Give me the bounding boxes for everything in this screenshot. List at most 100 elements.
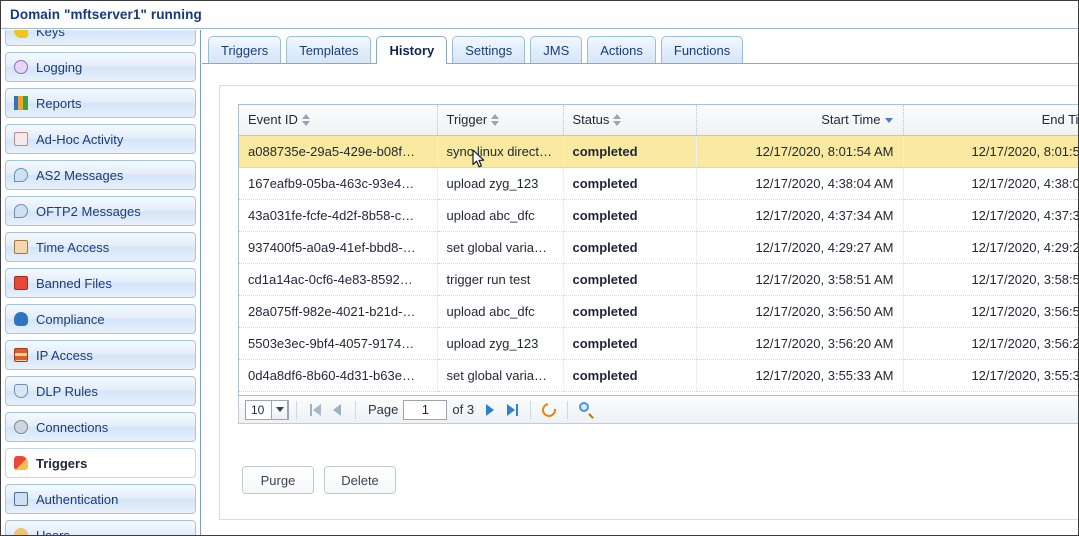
sidebar-item-reports[interactable]: Reports (5, 88, 196, 118)
sort-icon[interactable] (491, 114, 500, 127)
clock-calendar-icon (14, 239, 30, 255)
refresh-icon[interactable] (538, 399, 560, 421)
table-row[interactable]: a088735e-29a5-429e-b08f… sync linux direc… (239, 135, 1078, 168)
sidebar-item-triggers[interactable]: Triggers (5, 448, 196, 478)
sidebar-item-as2-messages[interactable]: AS2 Messages (5, 160, 196, 190)
sidebar-item-compliance[interactable]: Compliance (5, 304, 196, 334)
page-number-input[interactable] (403, 399, 448, 420)
sort-icon[interactable] (301, 114, 311, 127)
sidebar-item-dlp-rules[interactable]: DLP Rules (5, 376, 196, 406)
tab-functions[interactable]: Functions (660, 36, 744, 63)
column-header-label: Start Time (821, 112, 881, 128)
cell-end-time: 12/17/2020, 3:55:33 AM (903, 359, 1078, 392)
cell-trigger: trigger run test (437, 263, 564, 296)
history-table: Event IDTriggerStatusStart TimeEnd Time … (239, 105, 1079, 392)
tab-history[interactable]: History (376, 36, 448, 64)
first-page-icon[interactable] (304, 399, 326, 421)
page-total-label: of 3 (452, 402, 475, 417)
cell-trigger: upload zyg_123 (437, 327, 564, 360)
status-badge: completed (563, 231, 697, 264)
pagination-toolbar[interactable]: 10 Page of 3 (238, 396, 1078, 424)
tab-settings[interactable]: Settings (452, 36, 526, 63)
sidebar-item-label: Compliance (36, 311, 105, 327)
cell-event-id: 43a031fe-fcfe-4d2f-8b58-c… (239, 199, 438, 232)
sidebar-item-label: Time Access (36, 239, 110, 255)
tab-triggers[interactable]: Triggers (208, 36, 282, 63)
search-icon[interactable] (575, 399, 597, 421)
cell-end-time: 12/17/2020, 3:56:20 AM (903, 327, 1078, 360)
table-row[interactable]: 5503e3ec-9bf4-4057-9174… upload zyg_123 co… (239, 327, 1078, 360)
sidebar-item-oftp2-messages[interactable]: OFTP2 Messages (5, 196, 196, 226)
action-buttons: Purge Delete (242, 466, 396, 494)
sidebar-item-label: Reports (36, 95, 82, 111)
page-size-select[interactable]: 10 (245, 399, 289, 420)
tab-strip[interactable]: Triggers Templates History Settings JMS Actio… (202, 34, 1078, 64)
cell-start-time: 12/17/2020, 4:38:04 AM (696, 167, 904, 200)
cell-start-time: 12/17/2020, 3:58:51 AM (696, 263, 904, 296)
table-row[interactable]: 28a075ff-982e-4021-b21d-… upload abc_dfc c… (239, 295, 1078, 328)
sidebar-item-time-access[interactable]: Time Access (5, 232, 196, 262)
tab-actions[interactable]: Actions (587, 36, 656, 63)
cell-event-id: 0d4a8df6-8b60-4d31-b63e… (239, 359, 438, 392)
sidebar-item-users[interactable]: Users (5, 520, 196, 535)
last-page-icon[interactable] (501, 399, 523, 421)
tab-label: Templates (299, 42, 359, 58)
column-header-label: Trigger (446, 112, 488, 128)
sidebar-item-banned-files[interactable]: Banned Files (5, 268, 196, 298)
sidebar-navigation[interactable]: Keys Logging Reports Ad-Hoc Activity AS2 Mes… (1, 30, 201, 535)
sidebar-item-label: AS2 Messages (36, 167, 124, 183)
cell-end-time: 12/17/2020, 3:56:50 AM (903, 295, 1078, 328)
table-row[interactable]: 43a031fe-fcfe-4d2f-8b58-c… upload abc_dfc… (239, 199, 1078, 232)
sidebar-item-label: Ad-Hoc Activity (36, 131, 124, 147)
cell-start-time: 12/17/2020, 3:56:20 AM (696, 327, 904, 360)
cell-start-time: 12/17/2020, 4:29:27 AM (696, 231, 904, 264)
bar-chart-icon (14, 95, 30, 111)
toolbar-divider (296, 400, 297, 419)
cell-end-time: 12/17/2020, 4:38:04 AM (903, 167, 1078, 200)
sort-icon[interactable] (613, 114, 622, 127)
sidebar-item-label: Keys (36, 30, 65, 39)
table-row[interactable]: 937400f5-a0a9-41ef-bbd8-… set global vari… (239, 231, 1078, 264)
tab-templates[interactable]: Templates (286, 36, 372, 63)
column-header-trigger[interactable]: Trigger (437, 105, 564, 136)
sort-desc-icon[interactable] (884, 114, 894, 126)
column-header-end-time[interactable]: End Time (903, 105, 1079, 136)
forbidden-file-icon (14, 275, 30, 291)
domain-status-title: Domain "mftserver1" running (10, 7, 202, 22)
sidebar-item-authentication[interactable]: Authentication (5, 484, 196, 514)
sidebar-item-logging[interactable]: Logging (5, 52, 196, 82)
page-size-value: 10 (251, 402, 265, 417)
status-badge: completed (563, 199, 697, 232)
table-row[interactable]: 167eafb9-05ba-463c-93e4… upload zyg_123 co… (239, 167, 1078, 200)
page-label: Page (368, 402, 399, 417)
table-row[interactable]: cd1a14ac-0cf6-4e83-8592… trigger run test… (239, 263, 1078, 296)
main-content: Triggers Templates History Settings JMS Actio… (202, 30, 1079, 535)
sidebar-item-ad-hoc-activity[interactable]: Ad-Hoc Activity (5, 124, 196, 154)
sidebar-item-label: Connections (36, 419, 109, 435)
column-header-label: End Time (1041, 112, 1079, 128)
tab-label: Functions (673, 42, 731, 58)
table-body: a088735e-29a5-429e-b08f… sync linux direc… (239, 135, 1078, 392)
toolbar-divider (530, 400, 532, 419)
previous-page-icon[interactable] (326, 399, 348, 421)
cell-event-id: 167eafb9-05ba-463c-93e4… (239, 167, 438, 200)
sidebar-item-keys[interactable]: Keys (5, 30, 196, 46)
cell-trigger: set global variabl… (437, 359, 564, 392)
delete-button[interactable]: Delete (324, 466, 396, 494)
sidebar-item-connections[interactable]: Connections (5, 412, 196, 442)
table-row[interactable]: 0d4a8df6-8b60-4d31-b63e… set global varia… (239, 359, 1078, 392)
column-header-status[interactable]: Status (563, 105, 697, 136)
column-header-start-time[interactable]: Start Time (696, 105, 904, 136)
history-panel: Event IDTriggerStatusStart TimeEnd Time … (219, 85, 1079, 520)
user-badge-icon (14, 311, 30, 327)
firewall-icon (14, 347, 30, 363)
history-grid[interactable]: Event IDTriggerStatusStart TimeEnd Time … (238, 104, 1079, 396)
cell-end-time: 12/17/2020, 3:58:51 AM (903, 263, 1078, 296)
sidebar-item-ip-access[interactable]: IP Access (5, 340, 196, 370)
chevron-down-icon[interactable] (271, 399, 288, 420)
purge-button[interactable]: Purge (242, 466, 314, 494)
column-header-event-id[interactable]: Event ID (239, 105, 438, 136)
next-page-icon[interactable] (479, 399, 501, 421)
tab-jms[interactable]: JMS (530, 36, 583, 63)
tab-label: Triggers (221, 42, 269, 58)
